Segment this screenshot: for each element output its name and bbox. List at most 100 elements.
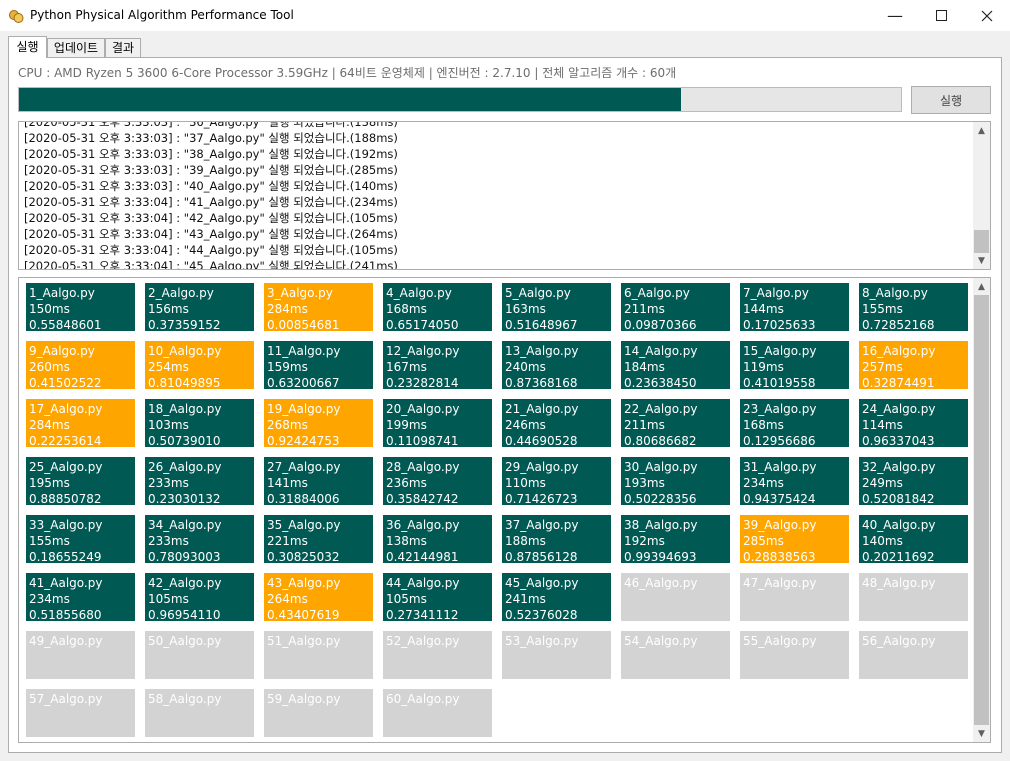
algorithm-tile[interactable]: 48_Aalgo.py bbox=[859, 573, 968, 621]
algorithm-tile[interactable]: 58_Aalgo.py bbox=[145, 689, 254, 737]
algorithm-tile[interactable]: 32_Aalgo.py 249ms 0.52081842 bbox=[859, 457, 968, 505]
algorithm-tile[interactable]: 29_Aalgo.py 110ms 0.71426723 bbox=[502, 457, 611, 505]
grid-scrollbar[interactable]: ▲ ▼ bbox=[973, 278, 990, 742]
algorithm-tile[interactable]: 41_Aalgo.py 234ms 0.51855680 bbox=[26, 573, 135, 621]
tile-time: 257ms bbox=[862, 360, 903, 374]
tile-name: 38_Aalgo.py bbox=[624, 518, 698, 532]
algorithm-tile[interactable]: 18_Aalgo.py 103ms 0.50739010 bbox=[145, 399, 254, 447]
algorithm-tile[interactable]: 26_Aalgo.py 233ms 0.23030132 bbox=[145, 457, 254, 505]
algorithm-tile[interactable]: 33_Aalgo.py 155ms 0.18655249 bbox=[26, 515, 135, 563]
run-button[interactable]: 실행 bbox=[911, 86, 991, 114]
tile-name: 28_Aalgo.py bbox=[386, 460, 460, 474]
scroll-up-icon[interactable]: ▲ bbox=[973, 278, 990, 295]
log-scroll-thumb[interactable] bbox=[974, 230, 989, 253]
algorithm-tile[interactable]: 44_Aalgo.py 105ms 0.27341112 bbox=[383, 573, 492, 621]
grid-scroll-thumb[interactable] bbox=[974, 295, 989, 725]
algorithm-tile[interactable]: 37_Aalgo.py 188ms 0.87856128 bbox=[502, 515, 611, 563]
algorithm-tile[interactable]: 30_Aalgo.py 193ms 0.50228356 bbox=[621, 457, 730, 505]
tile-score: 0.99394693 bbox=[624, 550, 697, 563]
algorithm-tile[interactable]: 55_Aalgo.py bbox=[740, 631, 849, 679]
algorithm-tile[interactable]: 43_Aalgo.py 264ms 0.43407619 bbox=[264, 573, 373, 621]
algorithm-tile[interactable]: 6_Aalgo.py 211ms 0.09870366 bbox=[621, 283, 730, 331]
algorithm-tile[interactable]: 9_Aalgo.py 260ms 0.41502522 bbox=[26, 341, 135, 389]
algorithm-tile[interactable]: 1_Aalgo.py 150ms 0.55848601 bbox=[26, 283, 135, 331]
tile-time: 163ms bbox=[505, 302, 546, 316]
algorithm-tile[interactable]: 47_Aalgo.py bbox=[740, 573, 849, 621]
algorithm-tile[interactable]: 38_Aalgo.py 192ms 0.99394693 bbox=[621, 515, 730, 563]
algorithm-tile[interactable]: 17_Aalgo.py 284ms 0.22253614 bbox=[26, 399, 135, 447]
algorithm-tile[interactable]: 14_Aalgo.py 184ms 0.23638450 bbox=[621, 341, 730, 389]
algorithm-tile[interactable]: 59_Aalgo.py bbox=[264, 689, 373, 737]
algorithm-tile[interactable]: 28_Aalgo.py 236ms 0.35842742 bbox=[383, 457, 492, 505]
minimize-icon[interactable]: — bbox=[872, 0, 918, 31]
log-scrollbar[interactable]: ▲ ▼ bbox=[973, 122, 990, 269]
scroll-down-icon[interactable]: ▼ bbox=[973, 252, 990, 269]
tile-score: 0.50739010 bbox=[148, 434, 221, 447]
tab-results[interactable]: 결과 bbox=[105, 38, 141, 58]
tile-score: 0.50228356 bbox=[624, 492, 697, 505]
algorithm-tile[interactable]: 3_Aalgo.py 284ms 0.00854681 bbox=[264, 283, 373, 331]
algorithm-tile[interactable]: 54_Aalgo.py bbox=[621, 631, 730, 679]
algorithm-tile[interactable]: 16_Aalgo.py 257ms 0.32874491 bbox=[859, 341, 968, 389]
algorithm-tile[interactable]: 34_Aalgo.py 233ms 0.78093003 bbox=[145, 515, 254, 563]
algorithm-tile[interactable]: 7_Aalgo.py 144ms 0.17025633 bbox=[740, 283, 849, 331]
tile-name: 39_Aalgo.py bbox=[743, 518, 817, 532]
tile-score: 0.20211692 bbox=[862, 550, 935, 563]
tile-time: 193ms bbox=[624, 476, 665, 490]
algorithm-tile[interactable]: 49_Aalgo.py bbox=[26, 631, 135, 679]
scroll-up-icon[interactable]: ▲ bbox=[973, 122, 990, 139]
tile-time: 285ms bbox=[743, 534, 784, 548]
algorithm-tile[interactable]: 25_Aalgo.py 195ms 0.88850782 bbox=[26, 457, 135, 505]
algorithm-tile[interactable]: 10_Aalgo.py 254ms 0.81049895 bbox=[145, 341, 254, 389]
log-box[interactable]: [2020-05-31 오후 3:33:03] : "36_Aalgo.py" … bbox=[18, 121, 991, 270]
tile-score: 0.52081842 bbox=[862, 492, 935, 505]
algorithm-tile[interactable]: 2_Aalgo.py 156ms 0.37359152 bbox=[145, 283, 254, 331]
algorithm-tile[interactable]: 53_Aalgo.py bbox=[502, 631, 611, 679]
log-line: [2020-05-31 오후 3:33:03] : "37_Aalgo.py" … bbox=[24, 131, 398, 145]
algorithm-tile[interactable]: 39_Aalgo.py 285ms 0.28838563 bbox=[740, 515, 849, 563]
algorithm-tile[interactable]: 50_Aalgo.py bbox=[145, 631, 254, 679]
tile-time: 254ms bbox=[148, 360, 189, 374]
algorithm-tile[interactable]: 8_Aalgo.py 155ms 0.72852168 bbox=[859, 283, 968, 331]
scroll-down-icon[interactable]: ▼ bbox=[973, 725, 990, 742]
algorithm-tile[interactable]: 5_Aalgo.py 163ms 0.51648967 bbox=[502, 283, 611, 331]
algorithm-tile[interactable]: 46_Aalgo.py bbox=[621, 573, 730, 621]
algorithm-tile[interactable]: 52_Aalgo.py bbox=[383, 631, 492, 679]
algorithm-tile[interactable]: 15_Aalgo.py 119ms 0.41019558 bbox=[740, 341, 849, 389]
algorithm-tile[interactable]: 51_Aalgo.py bbox=[264, 631, 373, 679]
close-icon[interactable] bbox=[964, 0, 1010, 31]
tile-score: 0.87368168 bbox=[505, 376, 578, 389]
algorithm-tile[interactable]: 36_Aalgo.py 138ms 0.42144981 bbox=[383, 515, 492, 563]
algorithm-tile[interactable]: 35_Aalgo.py 221ms 0.30825032 bbox=[264, 515, 373, 563]
algorithm-tile[interactable]: 20_Aalgo.py 199ms 0.11098741 bbox=[383, 399, 492, 447]
algorithm-tile[interactable]: 13_Aalgo.py 240ms 0.87368168 bbox=[502, 341, 611, 389]
algorithm-tile[interactable]: 56_Aalgo.py bbox=[859, 631, 968, 679]
algorithm-tile[interactable]: 23_Aalgo.py 168ms 0.12956686 bbox=[740, 399, 849, 447]
tile-name: 36_Aalgo.py bbox=[386, 518, 460, 532]
tile-time: 236ms bbox=[386, 476, 427, 490]
log-line: [2020-05-31 오후 3:33:03] : "36_Aalgo.py" … bbox=[24, 121, 398, 129]
algorithm-tile[interactable]: 4_Aalgo.py 168ms 0.65174050 bbox=[383, 283, 492, 331]
maximize-icon[interactable] bbox=[918, 0, 964, 31]
algorithm-tile[interactable]: 57_Aalgo.py bbox=[26, 689, 135, 737]
tile-name: 47_Aalgo.py bbox=[743, 576, 817, 590]
tile-score: 0.37359152 bbox=[148, 318, 221, 331]
algorithm-tile[interactable]: 21_Aalgo.py 246ms 0.44690528 bbox=[502, 399, 611, 447]
algorithm-tile[interactable]: 27_Aalgo.py 141ms 0.31884006 bbox=[264, 457, 373, 505]
algorithm-tile[interactable]: 40_Aalgo.py 140ms 0.20211692 bbox=[859, 515, 968, 563]
algorithm-tile[interactable]: 12_Aalgo.py 167ms 0.23282814 bbox=[383, 341, 492, 389]
algorithm-tile[interactable]: 42_Aalgo.py 105ms 0.96954110 bbox=[145, 573, 254, 621]
algorithm-tile[interactable]: 24_Aalgo.py 114ms 0.96337043 bbox=[859, 399, 968, 447]
tile-name: 60_Aalgo.py bbox=[386, 692, 460, 706]
tile-name: 16_Aalgo.py bbox=[862, 344, 936, 358]
tab-update[interactable]: 업데이트 bbox=[47, 38, 105, 58]
algorithm-tile[interactable]: 19_Aalgo.py 268ms 0.92424753 bbox=[264, 399, 373, 447]
algorithm-tile[interactable]: 31_Aalgo.py 234ms 0.94375424 bbox=[740, 457, 849, 505]
algorithm-tile[interactable]: 60_Aalgo.py bbox=[383, 689, 492, 737]
tile-score: 0.41019558 bbox=[743, 376, 816, 389]
algorithm-tile[interactable]: 11_Aalgo.py 159ms 0.63200667 bbox=[264, 341, 373, 389]
algorithm-tile[interactable]: 22_Aalgo.py 211ms 0.80686682 bbox=[621, 399, 730, 447]
algorithm-tile[interactable]: 45_Aalgo.py 241ms 0.52376028 bbox=[502, 573, 611, 621]
tile-name: 57_Aalgo.py bbox=[29, 692, 103, 706]
tab-run[interactable]: 실행 bbox=[8, 36, 47, 58]
